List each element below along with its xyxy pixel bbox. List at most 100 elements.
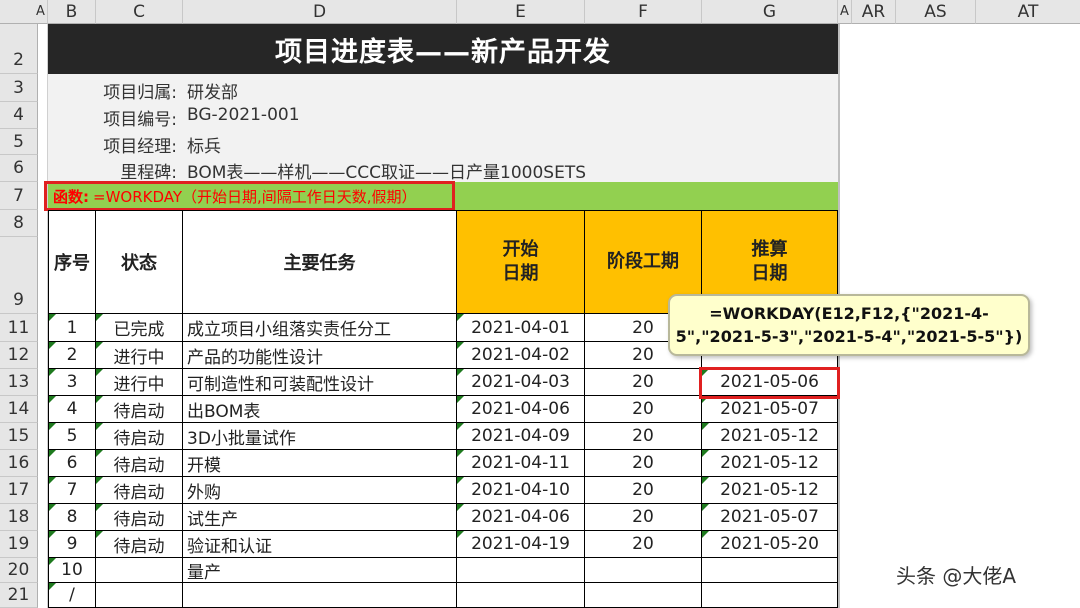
cell-end[interactable]: 2021-05-20 xyxy=(702,531,838,558)
column-header-e[interactable]: E xyxy=(457,0,585,24)
cell-status[interactable]: 待启动 xyxy=(96,423,183,450)
info-value-dept[interactable]: 研发部 xyxy=(187,78,238,103)
cell-status[interactable]: 待启动 xyxy=(96,450,183,477)
header-task[interactable]: 主要任务 xyxy=(183,210,457,314)
column-header-a2[interactable]: A xyxy=(838,0,852,24)
info-value-milestone[interactable]: BOM表——样机——CCC取证——日产量1000SETS xyxy=(187,158,586,183)
column-header-c[interactable]: C xyxy=(96,0,183,24)
cell-task[interactable]: 出BOM表 xyxy=(183,396,457,423)
row-header-7[interactable]: 7 xyxy=(0,182,38,210)
cell-status[interactable]: 进行中 xyxy=(96,342,183,369)
cell-status[interactable] xyxy=(96,558,183,583)
cell-start[interactable]: 2021-04-02 xyxy=(457,342,585,369)
cell-task[interactable]: 开模 xyxy=(183,450,457,477)
row-header-6[interactable]: 6 xyxy=(0,155,38,182)
row-header-17[interactable]: 17 xyxy=(0,477,38,504)
cell-start[interactable] xyxy=(457,558,585,583)
cell-task[interactable]: 3D小批量试作 xyxy=(183,423,457,450)
cell-end[interactable]: 2021-05-12 xyxy=(702,477,838,504)
cell-status[interactable]: 待启动 xyxy=(96,477,183,504)
cell-start[interactable]: 2021-04-10 xyxy=(457,477,585,504)
info-value-manager[interactable]: 标兵 xyxy=(187,132,221,157)
cell-task[interactable]: 外购 xyxy=(183,477,457,504)
header-start-date[interactable]: 开始 日期 xyxy=(457,210,585,314)
cell-period[interactable]: 20 xyxy=(585,423,702,450)
cell-task[interactable] xyxy=(183,583,457,608)
cell-seq[interactable]: 4 xyxy=(48,396,96,423)
row-header-14[interactable]: 14 xyxy=(0,396,38,423)
title-bar[interactable]: 项目进度表——新产品开发 xyxy=(48,24,838,74)
cell-end[interactable] xyxy=(702,558,838,583)
cell-task[interactable]: 试生产 xyxy=(183,504,457,531)
cell-start[interactable]: 2021-04-09 xyxy=(457,423,585,450)
cell-start[interactable] xyxy=(457,583,585,608)
row-header-13[interactable]: 13 xyxy=(0,369,38,396)
cell-period[interactable]: 20 xyxy=(585,450,702,477)
cell-start[interactable]: 2021-04-03 xyxy=(457,369,585,396)
cell-seq[interactable]: 2 xyxy=(48,342,96,369)
column-header-ar[interactable]: AR xyxy=(852,0,896,24)
cell-period[interactable]: 20 xyxy=(585,531,702,558)
row-header-19[interactable]: 19 xyxy=(0,531,38,558)
cell-seq[interactable]: 1 xyxy=(48,314,96,342)
column-header-at[interactable]: AT xyxy=(976,0,1080,24)
column-header-f[interactable]: F xyxy=(585,0,702,24)
row-header-3[interactable]: 3 xyxy=(0,74,38,102)
cell-status[interactable]: 已完成 xyxy=(96,314,183,342)
row-header-12[interactable]: 12 xyxy=(0,342,38,369)
row-header-4[interactable]: 4 xyxy=(0,102,38,129)
column-header-a[interactable]: A xyxy=(34,0,48,24)
cell-seq[interactable]: 8 xyxy=(48,504,96,531)
cell-seq[interactable]: 7 xyxy=(48,477,96,504)
column-header-d[interactable]: D xyxy=(183,0,457,24)
header-status[interactable]: 状态 xyxy=(96,210,183,314)
cell-status[interactable] xyxy=(96,583,183,608)
cell-end[interactable]: 2021-05-12 xyxy=(702,450,838,477)
cell-seq[interactable]: 9 xyxy=(48,531,96,558)
cell-task[interactable]: 验证和认证 xyxy=(183,531,457,558)
row-header-18[interactable]: 18 xyxy=(0,504,38,531)
row-header-8[interactable]: 8 xyxy=(0,210,38,237)
row-header-2[interactable]: 2 xyxy=(0,24,38,74)
cell-start[interactable]: 2021-04-01 xyxy=(457,314,585,342)
cell-status[interactable]: 进行中 xyxy=(96,369,183,396)
cell-status[interactable]: 待启动 xyxy=(96,504,183,531)
column-header-b[interactable]: B xyxy=(48,0,96,24)
cell-period[interactable]: 20 xyxy=(585,396,702,423)
cell-start[interactable]: 2021-04-06 xyxy=(457,504,585,531)
cell-period[interactable]: 20 xyxy=(585,504,702,531)
row-header-15[interactable]: 15 xyxy=(0,423,38,450)
info-value-code[interactable]: BG-2021-001 xyxy=(187,105,300,125)
cell-start[interactable]: 2021-04-06 xyxy=(457,396,585,423)
cell-status[interactable]: 待启动 xyxy=(96,396,183,423)
cell-task[interactable]: 成立项目小组落实责任分工 xyxy=(183,314,457,342)
cell-end[interactable]: 2021-05-07 xyxy=(702,396,838,423)
cell-period[interactable] xyxy=(585,558,702,583)
row-header-5[interactable]: 5 xyxy=(0,129,38,155)
cell-seq[interactable]: 5 xyxy=(48,423,96,450)
cell-end[interactable]: 2021-05-12 xyxy=(702,423,838,450)
cell-status[interactable]: 待启动 xyxy=(96,531,183,558)
cell-seq[interactable]: 10 xyxy=(48,558,96,583)
cell-start[interactable]: 2021-04-19 xyxy=(457,531,585,558)
cell-period[interactable]: 20 xyxy=(585,477,702,504)
row-header-9[interactable]: 9 xyxy=(0,237,38,314)
function-highlight-box[interactable]: 函数: =WORKDAY（开始日期,间隔工作日天数,假期） xyxy=(44,181,455,211)
column-header-g[interactable]: G xyxy=(702,0,838,24)
cell-seq[interactable]: 3 xyxy=(48,369,96,396)
cell-end[interactable]: 2021-05-07 xyxy=(702,504,838,531)
cell-seq[interactable]: 6 xyxy=(48,450,96,477)
cell-period[interactable]: 20 xyxy=(585,369,702,396)
row-header-16[interactable]: 16 xyxy=(0,450,38,477)
column-header-as[interactable]: AS xyxy=(896,0,976,24)
cell-task[interactable]: 产品的功能性设计 xyxy=(183,342,457,369)
cell-seq[interactable]: / xyxy=(48,583,96,608)
cell-start[interactable]: 2021-04-11 xyxy=(457,450,585,477)
row-header-20[interactable]: 20 xyxy=(0,558,38,583)
cell-period[interactable] xyxy=(585,583,702,608)
row-header-21[interactable]: 21 xyxy=(0,583,38,608)
header-seq[interactable]: 序号 xyxy=(48,210,96,314)
selected-cell-highlight[interactable] xyxy=(699,367,840,399)
row-header-11[interactable]: 11 xyxy=(0,314,38,342)
cell-task[interactable]: 可制造性和可装配性设计 xyxy=(183,369,457,396)
